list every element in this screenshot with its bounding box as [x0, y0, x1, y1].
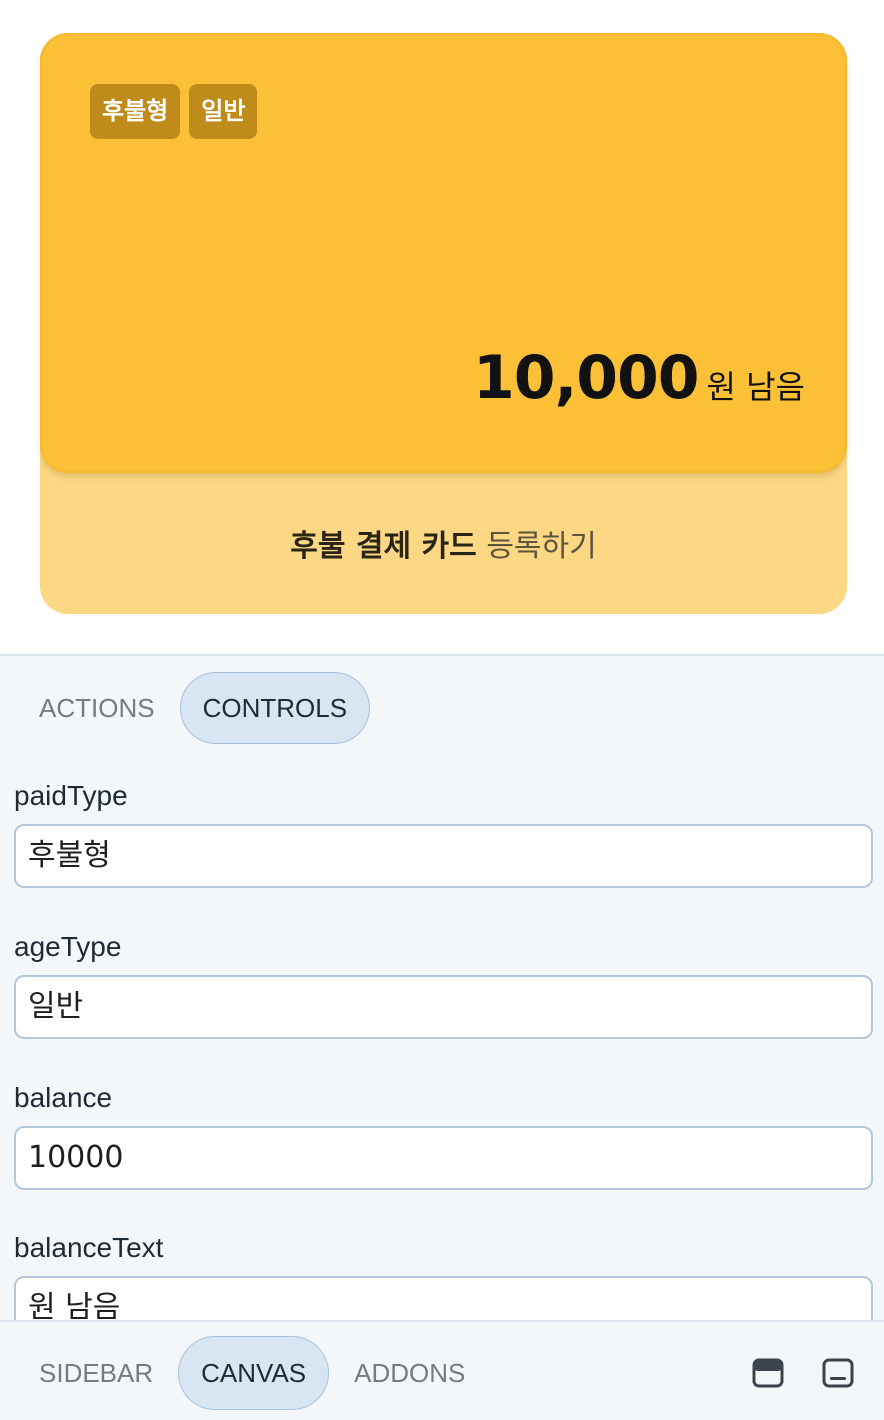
tab-controls[interactable]: CONTROLS — [179, 672, 371, 744]
balancetext-input[interactable]: 원 남음 — [14, 1276, 873, 1322]
agetype-input[interactable]: 일반 — [14, 975, 873, 1039]
register-rest-text: 등록하기 — [486, 529, 597, 564]
bottom-navigation: SIDEBAR CANVAS ADDONS — [0, 1320, 884, 1420]
panel-top-icon[interactable] — [752, 1358, 784, 1388]
control-agetype: ageType 일반 — [14, 931, 873, 1039]
card-balance: 10,000 원 남음 — [473, 343, 805, 413]
addons-panel: ACTIONS CONTROLS paidType 후불형 ageType 일반… — [0, 654, 884, 1322]
paidtype-input[interactable]: 후불형 — [14, 824, 873, 888]
field-label: paidType — [14, 780, 128, 811]
panel-bottom-icon[interactable] — [822, 1358, 854, 1388]
control-balancetext: balanceText 원 남음 — [14, 1232, 873, 1322]
bottom-tabs: SIDEBAR CANVAS ADDONS — [20, 1336, 484, 1410]
badge-paid-type: 후불형 — [90, 84, 181, 139]
badge-age-type: 일반 — [189, 84, 258, 139]
register-bold-text: 후불 결제 카드 — [290, 529, 477, 564]
balance-text: 원 남음 — [706, 368, 806, 406]
control-paidtype: paidType 후불형 — [14, 780, 873, 888]
card-badges: 후불형 일반 — [90, 84, 258, 139]
balance-input[interactable]: 10000 — [14, 1126, 873, 1190]
field-label: ageType — [14, 931, 122, 962]
addon-tabs: ACTIONS CONTROLS — [20, 672, 371, 744]
tab-addons[interactable]: ADDONS — [335, 1336, 484, 1410]
payment-card[interactable]: 후불형 일반 10,000 원 남음 — [40, 33, 847, 473]
balance-value: 10,000 — [472, 343, 700, 413]
payment-card-container: 후불형 일반 10,000 원 남음 후불 결제 카드 등록하기 — [40, 33, 847, 614]
field-label: balanceText — [14, 1232, 164, 1263]
tab-sidebar[interactable]: SIDEBAR — [20, 1336, 172, 1410]
register-card-button[interactable]: 후불 결제 카드 등록하기 — [40, 521, 847, 565]
tab-actions[interactable]: ACTIONS — [20, 672, 174, 744]
canvas-preview: 후불형 일반 10,000 원 남음 후불 결제 카드 등록하기 — [0, 0, 884, 654]
control-balance: balance 10000 — [14, 1082, 873, 1190]
tab-canvas[interactable]: CANVAS — [178, 1336, 330, 1410]
field-label: balance — [14, 1082, 113, 1113]
